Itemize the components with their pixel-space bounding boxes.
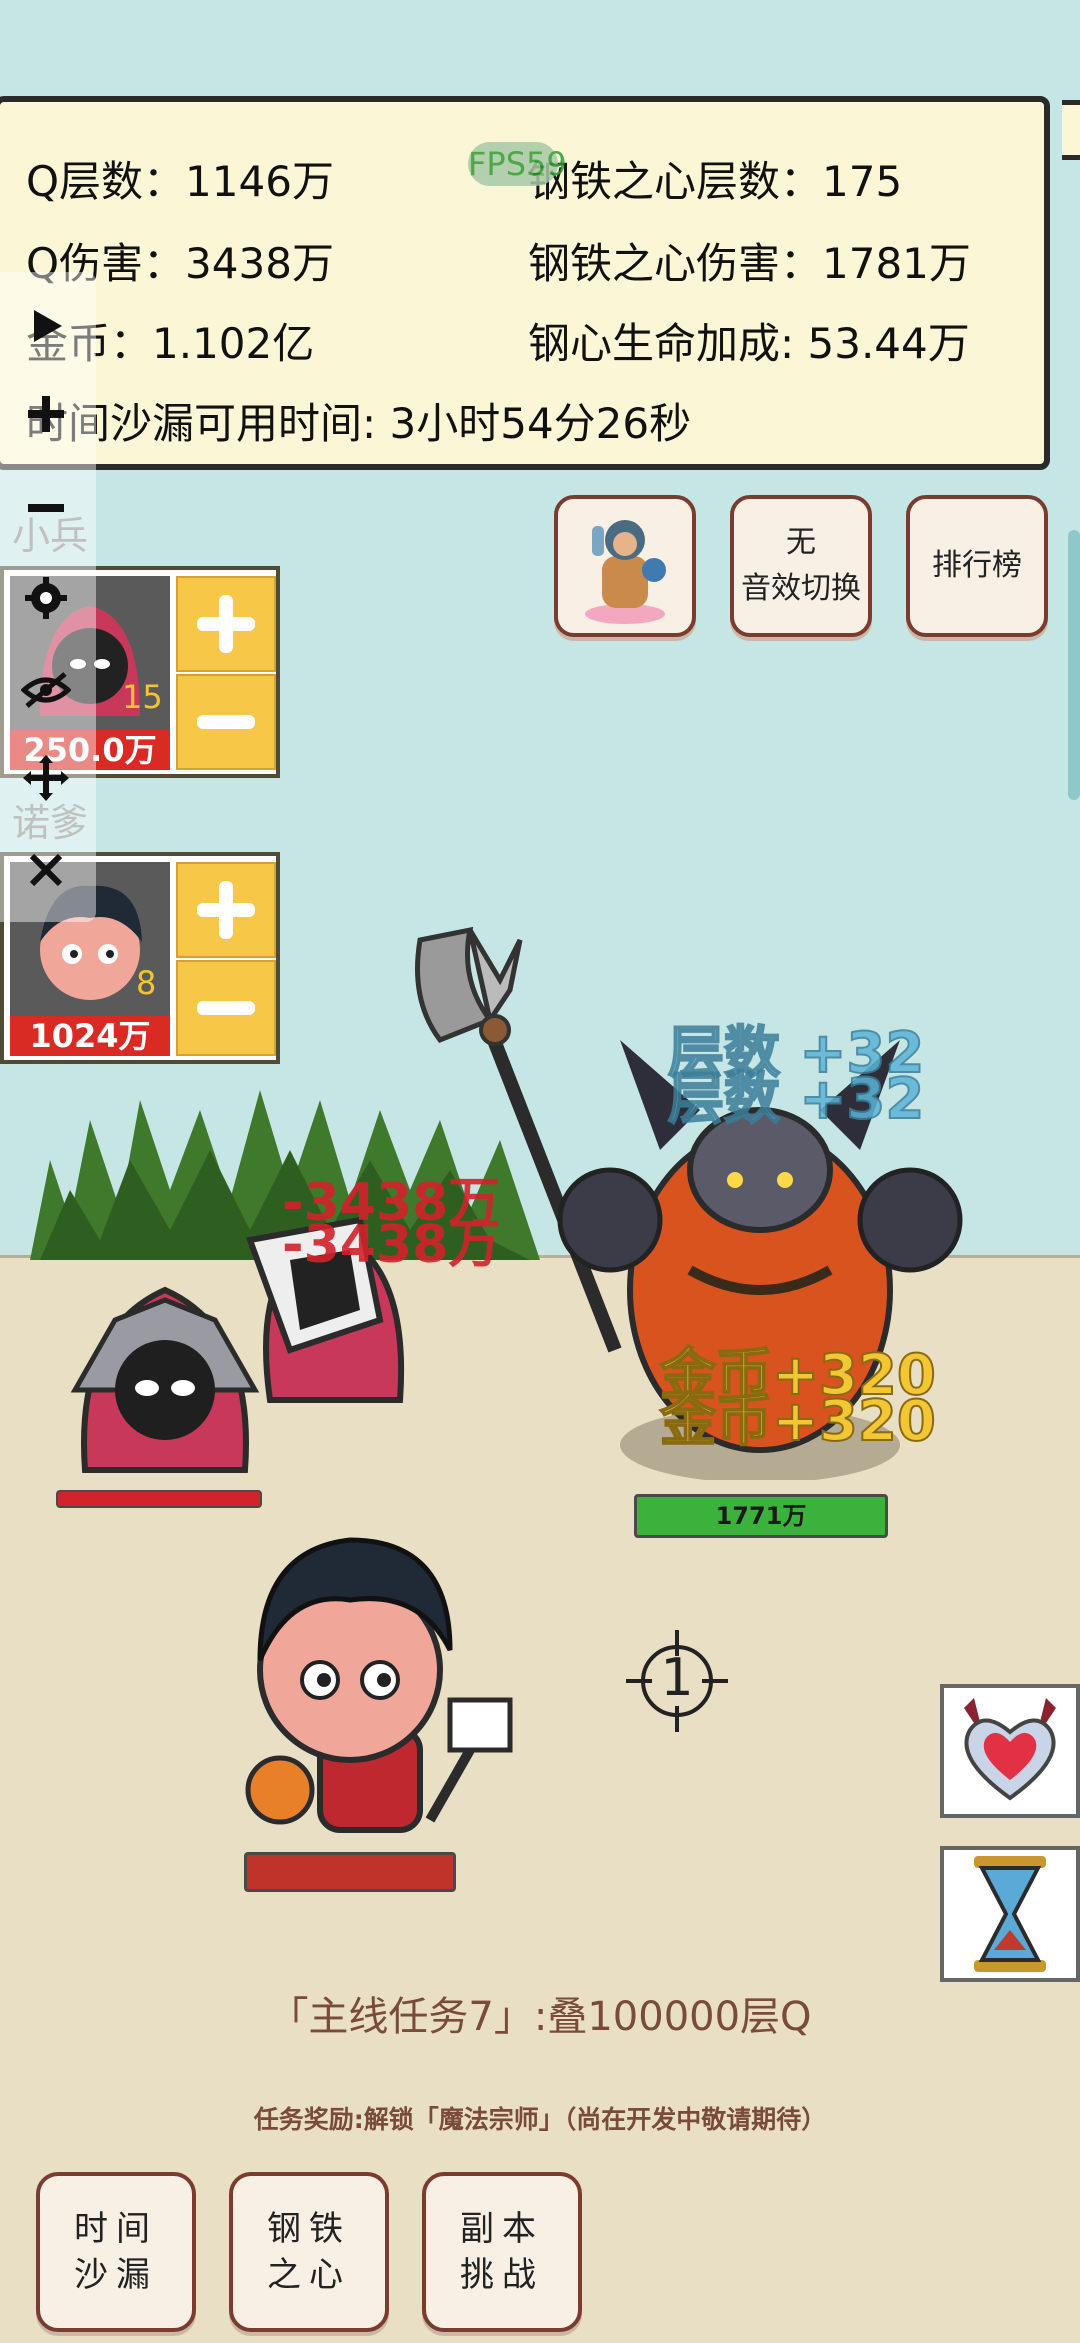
minus-icon [197, 1001, 255, 1015]
sound-state-label: 无 [786, 525, 816, 560]
hourglass-skill-button[interactable] [940, 1846, 1080, 1982]
plus-icon [197, 595, 255, 653]
crosshair-target[interactable]: 1 [622, 1626, 732, 1736]
button-label-line2: 之心 [267, 2255, 351, 2295]
dungeon-challenge-button[interactable]: 副本 挑战 [422, 2172, 582, 2332]
plus-icon[interactable] [16, 384, 76, 444]
unit-level: 8 [136, 964, 157, 1002]
boss-hp-bar: 1771万 [634, 1494, 888, 1538]
button-label-line2: 挑战 [460, 2255, 544, 2295]
move-icon[interactable] [16, 748, 76, 808]
hourglass-time-stat: 时间沙漏可用时间: 3小时54分26秒 [26, 399, 692, 448]
leaderboard-label: 排行榜 [932, 548, 1022, 583]
steel-heart-skill-button[interactable] [940, 1684, 1080, 1818]
sound-toggle-label: 音效切换 [741, 571, 861, 606]
button-label-line1: 时间 [74, 2209, 158, 2249]
monk-character-icon [585, 520, 666, 624]
sound-toggle-button[interactable]: 无 音效切换 [730, 495, 872, 637]
gold-gain-text: 金币+320 [659, 1388, 937, 1455]
add-soldier-button[interactable] [176, 576, 276, 672]
minus-icon[interactable] [16, 478, 76, 538]
character-portrait-button[interactable] [554, 495, 696, 637]
minus-icon [197, 715, 255, 729]
eye-off-icon[interactable] [16, 660, 76, 720]
layer-gain-text: 层数 +32 [667, 1066, 925, 1133]
steel-heart-button[interactable]: 钢铁 之心 [229, 2172, 389, 2332]
quest-reward-text: 任务奖励:解锁「魔法宗师」（尚在开发中敬请期待） [253, 2105, 827, 2134]
remove-soldier-button[interactable] [176, 674, 276, 770]
hourglass-button[interactable]: 时间 沙漏 [36, 2172, 196, 2332]
crosshair-number: 1 [660, 1648, 694, 1708]
right-edge-handle[interactable] [1068, 530, 1080, 800]
hourglass-icon [974, 1856, 1046, 1972]
gear-icon[interactable] [16, 568, 76, 628]
main-quest-title: 「主线任务7」:叠100000层Q [268, 1994, 812, 2040]
button-label-line2: 沙漏 [74, 2255, 158, 2295]
add-nuodie-button[interactable] [176, 862, 276, 958]
q-layers-stat: Q层数：1146万 [26, 157, 334, 206]
steel-heart-damage-stat: 钢铁之心伤害：1781万 [528, 239, 971, 288]
leaderboard-button[interactable]: 排行榜 [906, 495, 1048, 637]
close-icon[interactable] [16, 840, 76, 900]
panel-corner-tab [1062, 100, 1080, 160]
play-icon[interactable] [16, 296, 76, 356]
damage-number: -3438万 [282, 1215, 501, 1275]
plus-icon [197, 881, 255, 939]
unit-level: 15 [122, 678, 163, 716]
soldier-hp-bar [56, 1490, 262, 1508]
hero-hp-bar [244, 1852, 456, 1892]
heart-shield-icon [964, 1698, 1056, 1801]
fps-counter: FPS59 [468, 142, 567, 186]
button-label-line1: 钢铁 [267, 2209, 351, 2249]
steel-heart-hp-bonus-stat: 钢心生命加成: 53.44万 [528, 319, 970, 368]
basketball-player-sprite [245, 1537, 513, 1833]
steel-heart-layers-stat: 钢铁之心层数：175 [528, 157, 903, 206]
button-label-line1: 副本 [460, 2209, 544, 2249]
